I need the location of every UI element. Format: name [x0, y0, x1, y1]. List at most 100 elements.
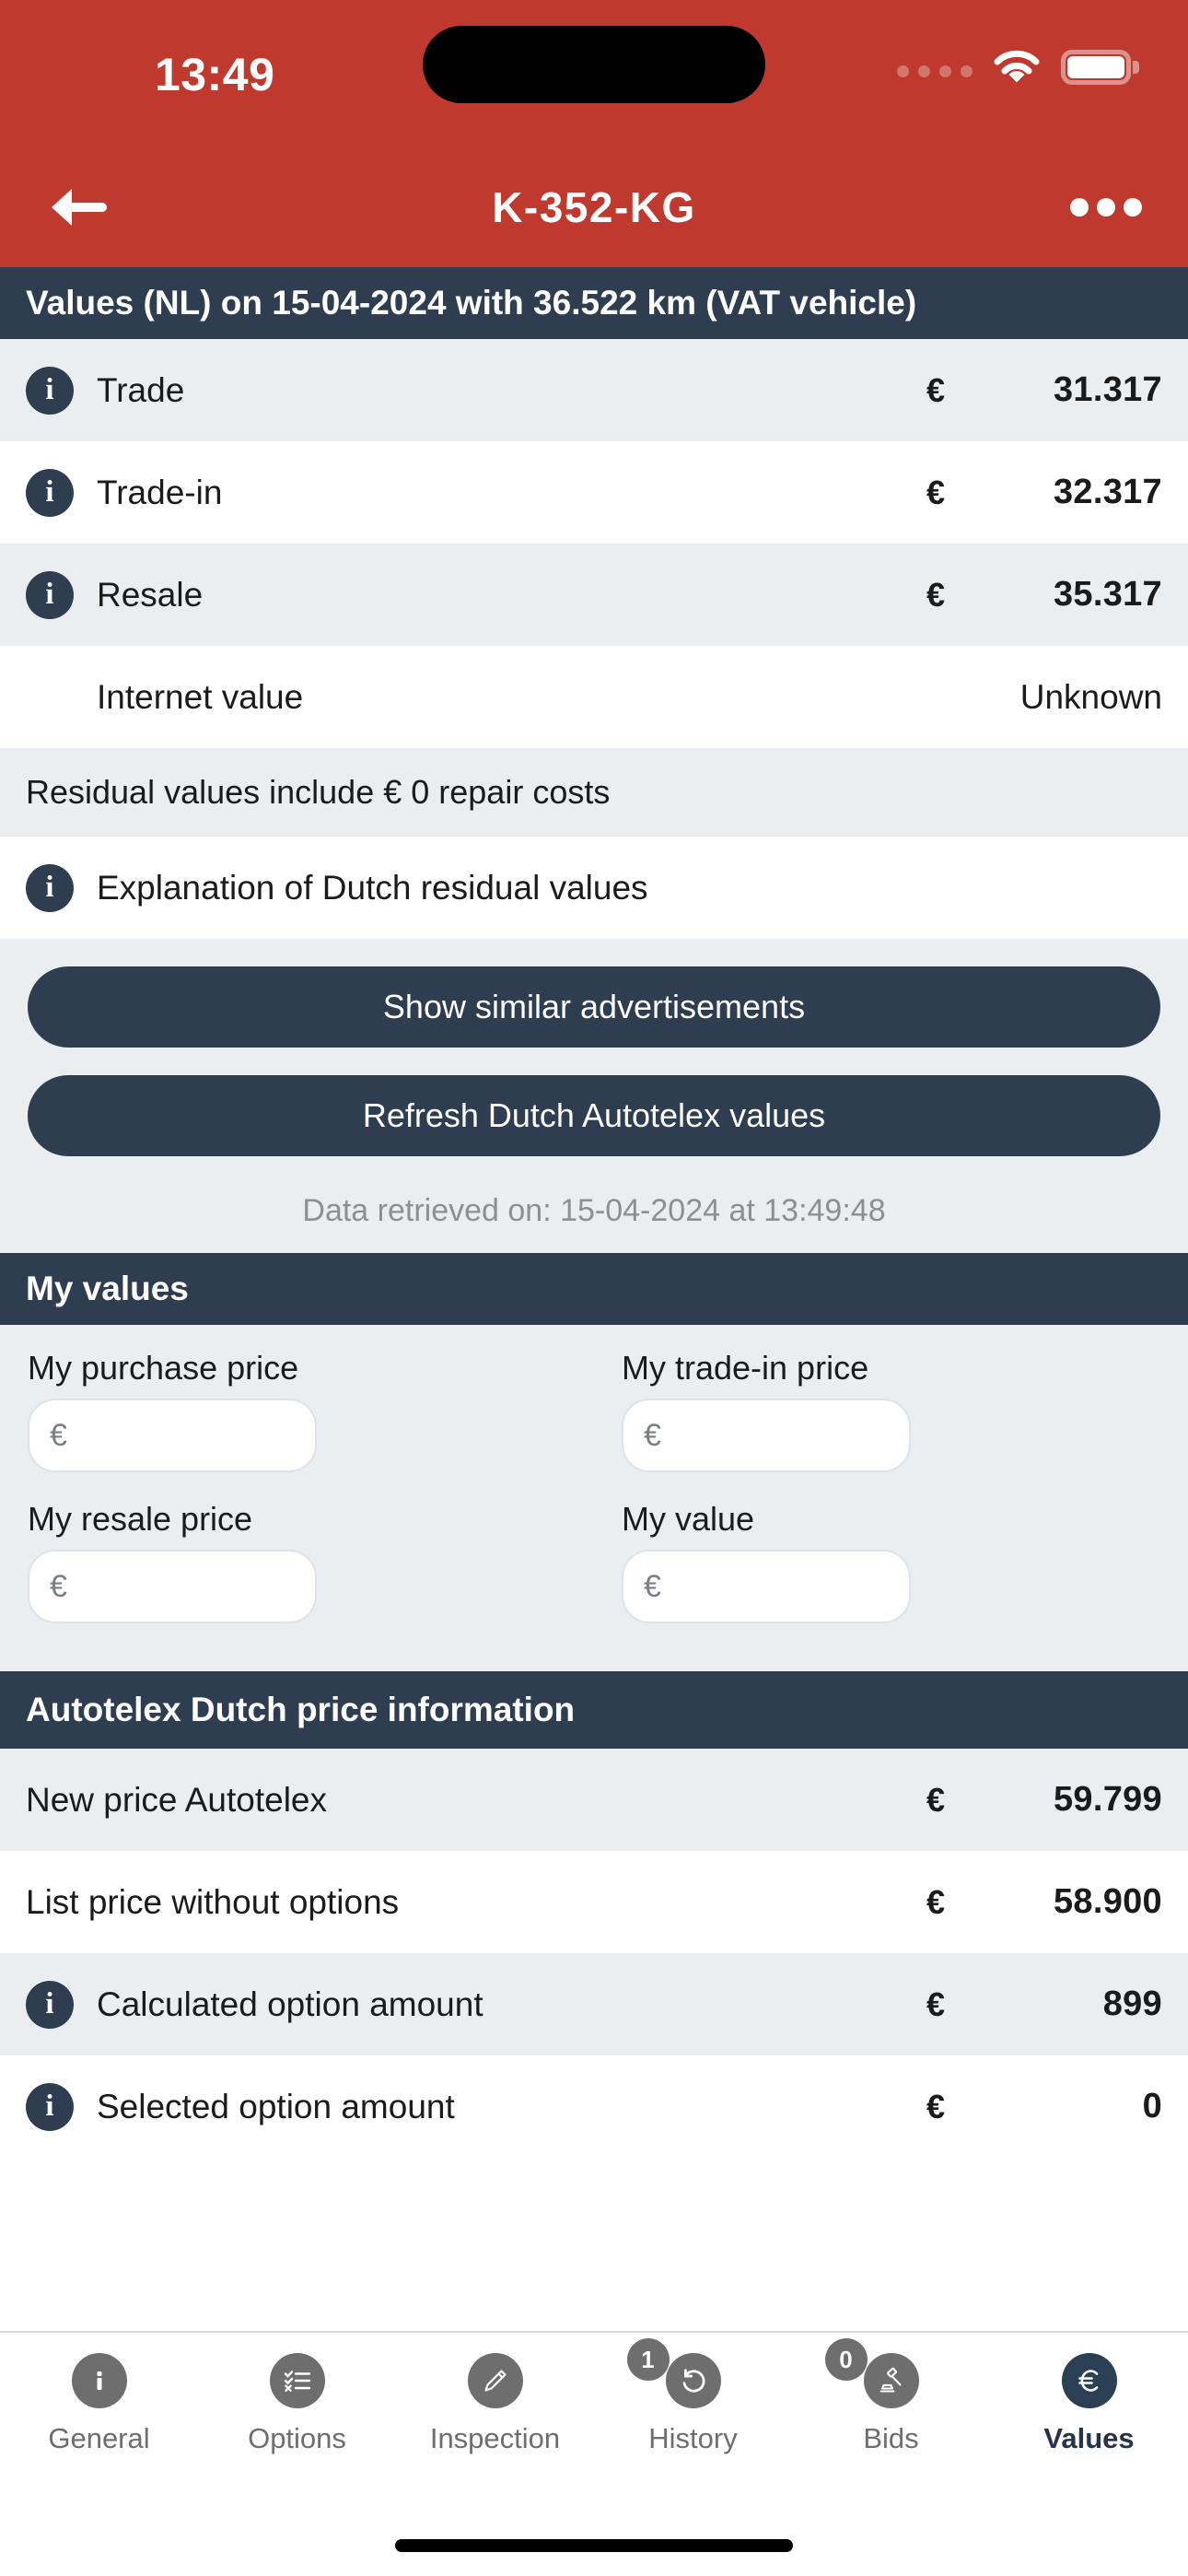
row-currency: € [926, 575, 946, 614]
row-amount: 0 [1142, 2087, 1162, 2125]
my-purchase-price-input[interactable]: € [28, 1399, 317, 1472]
row-currency: € [926, 1780, 946, 1819]
row-label: List price without options [26, 1882, 400, 1921]
info-icon[interactable]: i [26, 468, 74, 517]
info-icon[interactable]: i [26, 2082, 74, 2131]
data-retrieved-timestamp: Data retrieved on: 15-04-2024 at 13:49:4… [0, 1191, 1188, 1253]
row-label: Resale [97, 575, 204, 614]
row-label: Calculated option amount [97, 1985, 483, 2023]
tab-bids[interactable]: 0 Bids [792, 2338, 990, 2455]
checklist-icon [269, 2353, 325, 2408]
info-icon[interactable]: i [26, 366, 74, 415]
explanation-row[interactable]: i Explanation of Dutch residual values [0, 837, 1188, 939]
app-root: 13:49 K-352-KG Values (NL) on 15-04-2024… [0, 0, 1188, 2576]
gavel-icon [863, 2353, 919, 2408]
row-amount: 32.317 [1053, 473, 1162, 511]
tab-label: General [48, 2422, 150, 2454]
pencil-icon [467, 2353, 523, 2408]
tab-label: Inspection [429, 2422, 561, 2454]
tab-values[interactable]: Values [990, 2353, 1188, 2455]
home-indicator[interactable] [395, 2539, 793, 2552]
field-label: My value [622, 1500, 755, 1538]
bottom-tab-bar: General Options Inspection 1 History 0 B… [0, 2331, 1188, 2515]
wifi-icon [993, 50, 1041, 85]
field-group-purchase-price: My purchase price € [28, 1349, 566, 1493]
back-arrow-icon[interactable] [41, 175, 115, 240]
tab-label: Options [248, 2422, 346, 2454]
field-group-my-value: My value € [622, 1500, 1160, 1644]
cellular-bars-icon [897, 64, 973, 77]
status-bar: 13:49 [0, 0, 1188, 147]
battery-icon [1061, 50, 1139, 85]
field-label: My trade-in price [622, 1349, 869, 1387]
row-currency: € [926, 473, 946, 511]
scroll-content: Values (NL) on 15-04-2024 with 36.522 km… [0, 267, 1188, 2331]
row-label: New price Autotelex [26, 1780, 328, 1819]
table-row[interactable]: i Resale € 35.317 [0, 544, 1188, 646]
home-indicator-area [0, 2515, 1188, 2576]
row-amount: 59.799 [1053, 1780, 1162, 1819]
my-values-section-header: My values [0, 1253, 1188, 1325]
table-row: Internet value Unknown [0, 646, 1188, 748]
euro-symbol: € [50, 1417, 67, 1453]
field-label: My resale price [28, 1500, 253, 1538]
my-value-input[interactable]: € [622, 1550, 911, 1623]
status-bar-indicators [897, 50, 1139, 85]
history-rewind-icon [665, 2353, 721, 2408]
tab-options[interactable]: Options [198, 2353, 396, 2455]
info-icon [71, 2353, 127, 2408]
info-icon[interactable]: i [26, 863, 74, 912]
row-amount: 35.317 [1053, 575, 1162, 614]
table-row[interactable]: i Trade € 31.317 [0, 339, 1188, 441]
table-row[interactable]: i Selected option amount € 0 [0, 2055, 1188, 2158]
tab-general[interactable]: General [0, 2353, 198, 2455]
my-trade-in-price-input[interactable]: € [622, 1399, 911, 1472]
row-currency: € [926, 1882, 946, 1921]
explanation-label: Explanation of Dutch residual values [97, 868, 648, 907]
euro-symbol: € [644, 1568, 661, 1604]
row-amount: 899 [1102, 1985, 1162, 2023]
row-label: Internet value [97, 677, 304, 716]
bids-badge: 0 [824, 2338, 868, 2381]
my-resale-price-field[interactable] [74, 1568, 295, 1605]
row-amount: 58.900 [1053, 1882, 1162, 1921]
status-bar-time: 13:49 [155, 49, 275, 100]
my-value-field[interactable] [668, 1568, 889, 1605]
info-icon[interactable]: i [26, 570, 74, 619]
page-title: K-352-KG [492, 183, 696, 231]
more-options-icon[interactable] [1070, 198, 1142, 217]
info-icon[interactable]: i [26, 1980, 74, 2029]
my-resale-price-input[interactable]: € [28, 1550, 317, 1623]
price-info-section-header: Autotelex Dutch price information [0, 1671, 1188, 1749]
table-row[interactable]: i Trade-in € 32.317 [0, 441, 1188, 544]
my-values-form: My purchase price € My trade-in price € … [0, 1325, 1188, 1671]
tab-history[interactable]: 1 History [594, 2338, 792, 2455]
my-trade-in-price-field[interactable] [668, 1417, 889, 1454]
dynamic-island [423, 26, 765, 103]
row-currency: € [926, 370, 946, 409]
table-row: New price Autotelex € 59.799 [0, 1749, 1188, 1851]
navigation-bar: K-352-KG [0, 147, 1188, 267]
field-group-resale-price: My resale price € [28, 1500, 566, 1644]
row-currency: € [926, 2087, 946, 2125]
table-row: List price without options € 58.900 [0, 1851, 1188, 1953]
refresh-dutch-autotelex-values-button[interactable]: Refresh Dutch Autotelex values [28, 1075, 1160, 1156]
row-label: Trade [97, 370, 185, 409]
tab-label: History [648, 2422, 738, 2454]
my-purchase-price-field[interactable] [74, 1417, 295, 1454]
euro-icon [1061, 2353, 1117, 2408]
tab-inspection[interactable]: Inspection [396, 2353, 594, 2455]
repair-costs-note: Residual values include € 0 repair costs [0, 748, 1188, 837]
field-group-trade-in-price: My trade-in price € [622, 1349, 1160, 1493]
table-row[interactable]: i Calculated option amount € 899 [0, 1953, 1188, 2055]
field-label: My purchase price [28, 1349, 299, 1387]
row-label: Selected option amount [97, 2087, 455, 2125]
show-similar-advertisements-button[interactable]: Show similar advertisements [28, 966, 1160, 1048]
row-currency: € [926, 1985, 946, 2023]
action-buttons: Show similar advertisements Refresh Dutc… [0, 939, 1188, 1191]
euro-symbol: € [644, 1417, 661, 1453]
tab-label: Values [1043, 2422, 1135, 2454]
euro-symbol: € [50, 1568, 67, 1604]
tab-label: Bids [863, 2422, 919, 2454]
row-amount: 31.317 [1053, 370, 1162, 409]
